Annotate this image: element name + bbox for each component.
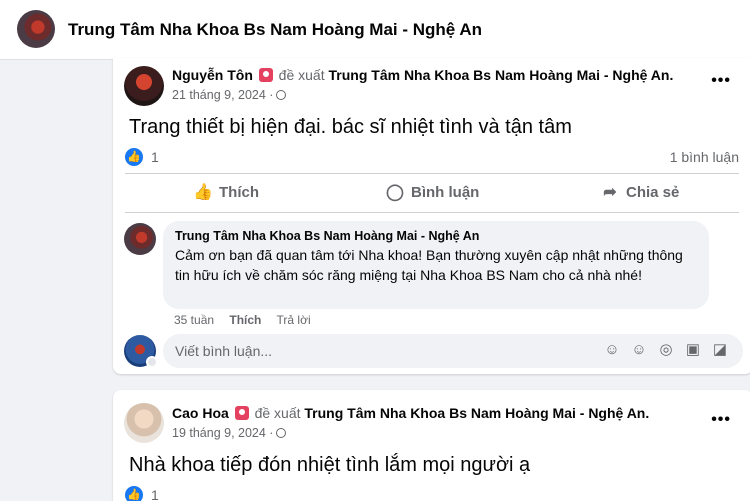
reply-time[interactable]: 35 tuần	[174, 313, 214, 327]
more-icon[interactable]: •••	[711, 72, 731, 90]
post-date: 19 tháng 9, 2024 ·	[172, 426, 287, 440]
page-link[interactable]: Trung Tâm Nha Khoa Bs Nam Hoàng Mai - Ng…	[304, 405, 649, 421]
date-text[interactable]: 19 tháng 9, 2024 ·	[172, 426, 273, 440]
like-reaction-icon: 👍	[125, 486, 143, 501]
page-title[interactable]: Trung Tâm Nha Khoa Bs Nam Hoàng Mai - Ng…	[68, 20, 482, 40]
divider	[125, 212, 739, 213]
share-icon: ➦	[603, 184, 617, 201]
review-card: Nguyễn Tôn đề xuất Trung Tâm Nha Khoa Bs…	[113, 58, 750, 374]
comment-icon: ◯	[386, 184, 404, 201]
comment-label: Bình luận	[411, 184, 480, 201]
review-card: Cao Hoa đề xuất Trung Tâm Nha Khoa Bs Na…	[113, 390, 750, 501]
share-button[interactable]: ➦ Chia sẻ	[600, 182, 679, 204]
like-count[interactable]: 1	[151, 487, 159, 501]
reply-bubble: Trung Tâm Nha Khoa Bs Nam Hoàng Mai - Ng…	[163, 221, 709, 309]
reaction-row: 👍 1	[125, 486, 739, 501]
reply-reply-button[interactable]: Trả lời	[277, 313, 311, 327]
gif-icon[interactable]: ▣	[684, 341, 702, 359]
page-link[interactable]: Trung Tâm Nha Khoa Bs Nam Hoàng Mai - Ng…	[329, 67, 674, 83]
post-header: Nguyễn Tôn đề xuất Trung Tâm Nha Khoa Bs…	[172, 67, 673, 83]
comment-tools: ☺ ☺ ◎ ▣ ◪	[603, 341, 738, 361]
more-icon[interactable]: •••	[711, 411, 731, 429]
post-date: 21 tháng 9, 2024 ·	[172, 88, 287, 102]
like-button[interactable]: 👍 Thích	[193, 182, 259, 204]
share-label: Chia sẻ	[626, 184, 680, 201]
recommend-badge-icon	[258, 68, 273, 82]
comment-count[interactable]: 1 bình luận	[670, 149, 739, 165]
reply-author[interactable]: Trung Tâm Nha Khoa Bs Nam Hoàng Mai - Ng…	[175, 229, 697, 243]
globe-icon	[276, 428, 287, 438]
page-avatar[interactable]	[17, 10, 55, 48]
like-count[interactable]: 1	[151, 149, 159, 165]
post-text: Nhà khoa tiếp đón nhiệt tình lắm mọi ngư…	[129, 454, 531, 476]
reply-avatar[interactable]	[124, 223, 156, 255]
camera-icon[interactable]: ◎	[657, 341, 675, 359]
reaction-row: 👍 1 1 bình luận	[125, 148, 739, 168]
post-text: Trang thiết bị hiện đại. bác sĩ nhiệt tì…	[129, 116, 572, 138]
thumbs-up-icon: 👍	[193, 184, 213, 201]
author-avatar[interactable]	[124, 66, 164, 106]
recommend-label: đề xuất	[278, 67, 325, 83]
like-label: Thích	[219, 184, 259, 201]
sticker-icon[interactable]: ◪	[711, 341, 729, 359]
avatar-sticker-icon[interactable]: ☺	[603, 341, 621, 359]
page-header: Trung Tâm Nha Khoa Bs Nam Hoàng Mai - Ng…	[0, 0, 750, 60]
comment-button[interactable]: ◯ Bình luận	[385, 182, 479, 204]
divider	[125, 173, 739, 174]
chevron-down-icon[interactable]	[146, 356, 158, 368]
author-name[interactable]: Cao Hoa	[172, 405, 229, 421]
recommend-badge-icon	[234, 406, 249, 420]
emoji-icon[interactable]: ☺	[630, 341, 648, 359]
author-name[interactable]: Nguyễn Tôn	[172, 67, 253, 83]
post-header: Cao Hoa đề xuất Trung Tâm Nha Khoa Bs Na…	[172, 405, 649, 421]
recommend-label: đề xuất	[254, 405, 301, 421]
like-reaction-icon: 👍	[125, 148, 143, 166]
reply-text: Cảm ơn bạn đã quan tâm tới Nha khoa! Bạn…	[175, 247, 683, 283]
reply-like-button[interactable]: Thích	[229, 313, 261, 327]
date-text[interactable]: 21 tháng 9, 2024 ·	[172, 88, 273, 102]
author-avatar[interactable]	[124, 403, 164, 443]
reply-meta: 35 tuần Thích Trả lời	[174, 313, 323, 327]
globe-icon	[276, 90, 287, 100]
